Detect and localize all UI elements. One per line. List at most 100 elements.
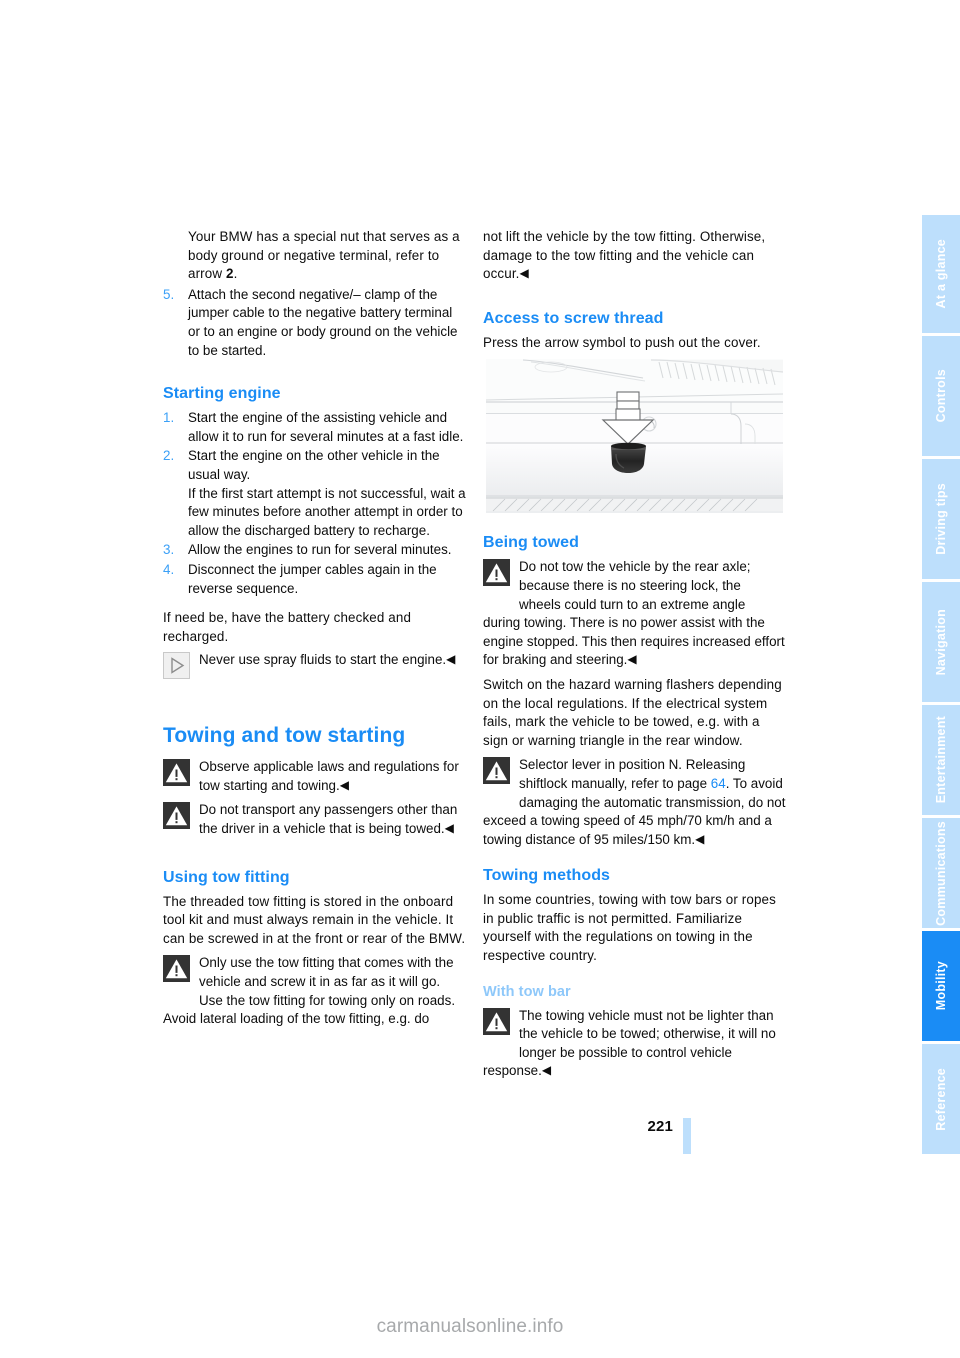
section-heading-starting-engine: Starting engine	[163, 385, 281, 403]
page-cross-reference-link[interactable]: 64	[711, 776, 726, 791]
continuation-paragraph: not lift the vehicle by the tow fitting.…	[483, 228, 786, 284]
hazard-flashers-paragraph: Switch on the hazard warning flashers de…	[483, 676, 782, 748]
note-spray-fluids: Never use spray fluids to start the engi…	[163, 651, 466, 681]
list-text: Disconnect the jumper cables again in th…	[188, 561, 437, 596]
tab-label: Communications	[934, 820, 948, 926]
end-of-notice-marker: ◀	[519, 266, 529, 281]
intro-arrow-number: 2	[226, 266, 234, 282]
warning-text: Observe applicable laws and regulations …	[199, 759, 459, 793]
site-watermark: carmanualsonline.info	[376, 1316, 564, 1337]
warning-icon	[483, 1007, 510, 1035]
warning-text-block: Selector lever in position N. Releasing …	[483, 756, 786, 849]
starting-engine-steps-list: 1. Start the engine of the assisting veh…	[163, 409, 466, 598]
warning-icon	[483, 757, 510, 785]
warning-text: The towing vehicle must not be lighter t…	[483, 1007, 776, 1079]
section-heading-towing-methods: Towing methods	[483, 867, 611, 885]
towing-methods-paragraph: In some countries, towing with tow bars …	[483, 892, 776, 964]
tab-label: Mobility	[934, 961, 948, 1011]
tab-navigation[interactable]: Navigation	[922, 582, 960, 702]
warning-icon	[483, 559, 510, 587]
page-number-bar	[683, 1118, 691, 1154]
page-number: 221	[647, 1118, 673, 1135]
section-heading-using-tow-fitting: Using tow fitting	[163, 868, 290, 886]
content-columns: Your BMW has a special nut that serves a…	[163, 228, 801, 1108]
tab-label: Entertainment	[934, 716, 948, 804]
warning-icon	[163, 802, 190, 830]
end-of-notice-marker: ◀	[446, 652, 456, 667]
access-paragraph: Press the arrow symbol to push out the c…	[483, 334, 761, 350]
bumper-cover-arrow-illustration	[483, 356, 786, 517]
list-item: 5. Attach the second negative/– clamp of…	[163, 286, 466, 360]
list-text: Attach the second negative/– clamp of th…	[188, 286, 458, 358]
section-heading-access-screw-thread: Access to screw thread	[483, 309, 664, 327]
warning-rear-axle: Do not tow the vehicle by the rear axle;…	[483, 558, 786, 670]
list-number: 2.	[163, 448, 175, 464]
jumpstart-steps-list: 5. Attach the second negative/– clamp of…	[163, 286, 466, 360]
intro-period: .	[233, 266, 238, 282]
list-text: Allow the engines to run for several min…	[188, 542, 452, 558]
end-of-notice-marker: ◀	[444, 821, 454, 836]
end-of-notice-marker: ◀	[541, 1063, 552, 1078]
subheading-with-tow-bar: With tow bar	[483, 983, 571, 1000]
warning-text: Do not transport any passengers other th…	[199, 802, 458, 837]
note-text-block: Never use spray fluids to start the engi…	[163, 651, 466, 670]
intro-paragraph: Your BMW has a special nut that serves a…	[163, 228, 466, 284]
tab-label: Reference	[934, 1067, 948, 1131]
list-number: 1.	[163, 410, 175, 426]
left-column: Your BMW has a special nut that serves a…	[163, 228, 466, 1040]
end-of-notice-marker: ◀	[339, 777, 349, 792]
tab-label: Navigation	[934, 608, 948, 676]
chapter-tab-rail: At a glance Controls Driving tips Naviga…	[922, 215, 960, 1157]
warning-text-block: Do not tow the vehicle by the rear axle;…	[483, 558, 786, 670]
list-item: 2. Start the engine on the other vehicle…	[163, 447, 466, 484]
list-text: Start the engine of the assisting vehicl…	[188, 410, 464, 444]
warning-text-block: Observe applicable laws and regulations …	[163, 758, 466, 795]
warning-only-use-tow-fitting: Only use the tow fitting that comes with…	[163, 954, 466, 1028]
warning-text-block: Do not transport any passengers other th…	[163, 801, 466, 838]
section-heading-being-towed: Being towed	[483, 534, 579, 552]
warning-icon	[163, 759, 190, 787]
tab-controls[interactable]: Controls	[922, 336, 960, 456]
end-of-notice-marker: ◀	[627, 652, 637, 667]
tab-driving-tips[interactable]: Driving tips	[922, 459, 960, 579]
warning-no-passengers: Do not transport any passengers other th…	[163, 801, 466, 838]
note-triangle-icon	[163, 652, 190, 680]
warning-observe-laws: Observe applicable laws and regulations …	[163, 758, 466, 795]
list-item-continuation: If the first start attempt is not succes…	[163, 485, 466, 541]
tab-entertainment[interactable]: Entertainment	[922, 705, 960, 815]
tab-label: Controls	[934, 369, 948, 423]
list-text: Start the engine on the other vehicle in…	[188, 448, 440, 482]
list-number: 4.	[163, 561, 175, 577]
tab-reference[interactable]: Reference	[922, 1044, 960, 1154]
list-item: 1. Start the engine of the assisting veh…	[163, 409, 466, 446]
warning-text: Only use the tow fitting that comes with…	[163, 955, 456, 1027]
right-column: not lift the vehicle by the tow fitting.…	[483, 228, 786, 1092]
list-number: 3.	[163, 542, 175, 558]
end-of-notice-marker: ◀	[695, 831, 705, 846]
manual-page: Your BMW has a special nut that serves a…	[0, 0, 960, 1358]
page-title-towing: Towing and tow starting	[163, 724, 406, 748]
tab-label: Driving tips	[934, 483, 948, 555]
warning-towing-vehicle-weight: The towing vehicle must not be lighter t…	[483, 1007, 786, 1081]
list-number: 5.	[163, 286, 175, 302]
list-item: 3. Allow the engines to run for several …	[163, 541, 466, 560]
recharge-paragraph: If need be, have the battery checked and…	[163, 610, 412, 644]
warning-icon	[163, 955, 190, 983]
list-item: 4. Disconnect the jumper cables again in…	[163, 561, 466, 598]
warning-selector-lever: Selector lever in position N. Releasing …	[483, 756, 786, 849]
tab-mobility[interactable]: Mobility	[922, 931, 960, 1041]
tab-at-a-glance[interactable]: At a glance	[922, 215, 960, 333]
tow-fitting-paragraph: The threaded tow fitting is stored in th…	[163, 893, 466, 946]
tab-label: At a glance	[934, 239, 948, 309]
list-text: If the first start attempt is not succes…	[188, 485, 466, 538]
tab-communications[interactable]: Communications	[922, 818, 960, 928]
note-text: Never use spray fluids to start the engi…	[199, 652, 447, 668]
